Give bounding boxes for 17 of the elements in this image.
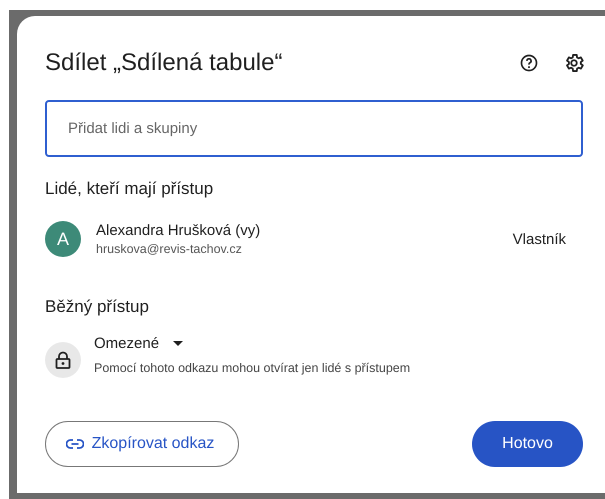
access-dropdown[interactable]: Omezené [94, 335, 184, 352]
help-icon[interactable] [519, 53, 539, 73]
avatar: A [45, 221, 81, 257]
done-button[interactable]: Hotovo [472, 421, 583, 467]
section-heading: Běžný přístup [45, 297, 150, 317]
search-field[interactable]: Přidat lidi a skupiny [45, 100, 583, 157]
caret-icon[interactable] [172, 340, 184, 347]
role-label: Vlastník [512, 230, 566, 248]
section-heading: Lidé, kteří mají přístup [45, 179, 214, 199]
copy-link-button[interactable]: Zkopírovat odkaz [45, 421, 239, 467]
access-description: Pomocí tohoto odkazu mohou otvírat jen lidé s přístupem [94, 361, 410, 375]
dialog-title: Sdílet „Sdílená tabule“ [45, 49, 284, 77]
person-name: Alexandra Hrušková (vy) [96, 222, 262, 239]
link-icon [66, 439, 84, 449]
person-email: hruskova@revis-tachov.cz [96, 242, 243, 256]
lock-icon [55, 351, 71, 369]
settings-icon[interactable] [563, 52, 585, 74]
